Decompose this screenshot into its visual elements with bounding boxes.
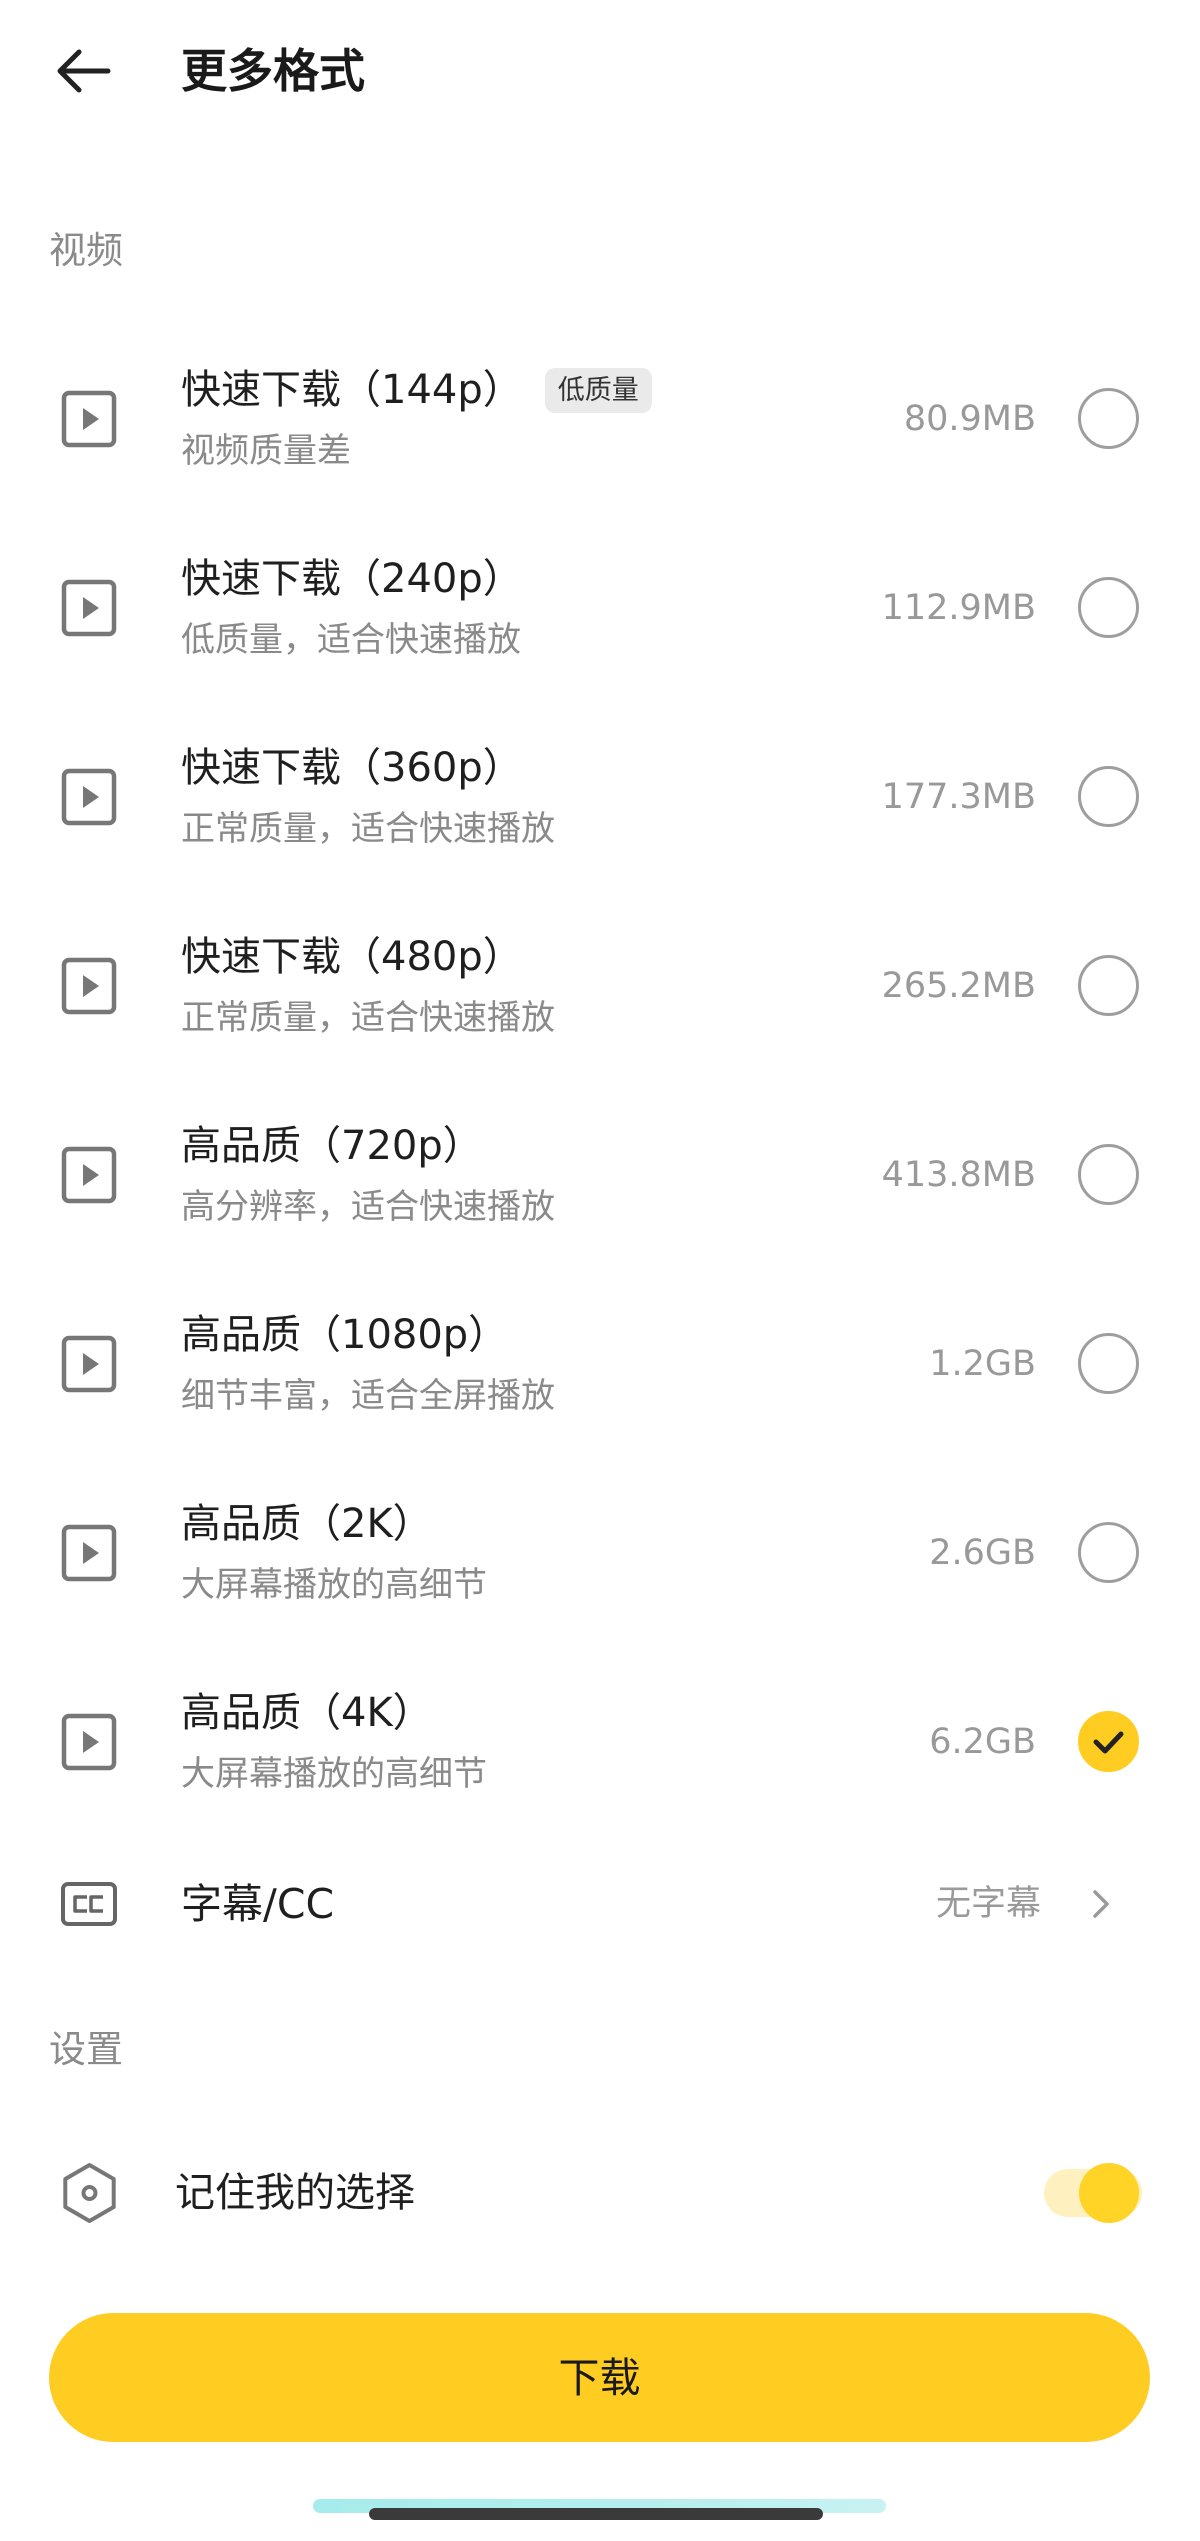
video-option-row[interactable]: 高品质（2K） 大屏幕播放的高细节 2.6GB	[0, 1458, 1200, 1647]
option-radio[interactable]	[1078, 1144, 1139, 1205]
arrow-left-icon[interactable]	[44, 31, 124, 111]
option-radio[interactable]	[1078, 388, 1139, 449]
remember-choice-label: 记住我的选择	[175, 2170, 415, 2216]
captions-value: 无字幕	[935, 1884, 1041, 1924]
video-option-row[interactable]: 高品质（720p） 高分辨率，适合快速播放 413.8MB	[0, 1080, 1200, 1269]
option-title: 快速下载（360p）	[181, 745, 523, 791]
option-description: 细节丰富，适合全屏播放	[181, 1376, 555, 1416]
option-file-size: 177.3MB	[881, 777, 1036, 817]
gesture-handle[interactable]	[369, 2508, 823, 2520]
option-title: 快速下载（240p）	[181, 556, 523, 602]
option-radio[interactable]	[1078, 577, 1139, 638]
hexagon-settings-icon	[63, 2163, 116, 2223]
option-file-size: 112.9MB	[881, 588, 1036, 628]
option-file-size: 6.2GB	[929, 1722, 1036, 1762]
option-file-size: 265.2MB	[881, 966, 1036, 1006]
video-option-row[interactable]: 快速下载（480p） 正常质量，适合快速播放 265.2MB	[0, 891, 1200, 1080]
option-title-line: 高品质（720p）	[181, 1120, 483, 1172]
video-option-row[interactable]: 快速下载（240p） 低质量，适合快速播放 112.9MB	[0, 513, 1200, 702]
option-title: 快速下载（480p）	[181, 934, 523, 980]
download-button-label: 下载	[558, 2353, 641, 2402]
video-option-row[interactable]: 快速下载（360p） 正常质量，适合快速播放 177.3MB	[0, 702, 1200, 891]
play-icon	[61, 1335, 117, 1393]
option-description: 低质量，适合快速播放	[181, 620, 521, 660]
play-icon	[61, 1524, 117, 1582]
option-description: 正常质量，适合快速播放	[181, 809, 555, 849]
video-option-row[interactable]: 快速下载（144p） 低质量 视频质量差 80.9MB	[0, 324, 1200, 513]
header: 更多格式	[0, 0, 1200, 142]
video-option-row[interactable]: 高品质（4K） 大屏幕播放的高细节 6.2GB	[0, 1647, 1200, 1836]
option-title-line: 快速下载（360p）	[181, 742, 523, 794]
check-icon	[1093, 1731, 1124, 1754]
option-description: 高分辨率，适合快速播放	[181, 1187, 555, 1227]
captions-label: 字幕/CC	[181, 1880, 335, 1928]
play-icon	[61, 1146, 117, 1204]
option-title: 高品质（1080p）	[181, 1312, 509, 1358]
play-icon	[61, 957, 117, 1015]
option-radio[interactable]	[1078, 1333, 1139, 1394]
option-radio[interactable]	[1078, 1711, 1139, 1772]
remember-choice-toggle[interactable]	[1044, 2163, 1142, 2223]
chevron-right-icon	[1093, 1890, 1109, 1918]
option-title-line: 快速下载（240p）	[181, 553, 523, 605]
video-option-row[interactable]: 高品质（1080p） 细节丰富，适合全屏播放 1.2GB	[0, 1269, 1200, 1458]
closed-caption-icon	[61, 1882, 117, 1926]
section-label-video: 视频	[49, 229, 123, 272]
play-icon	[61, 579, 117, 637]
option-description: 大屏幕播放的高细节	[181, 1565, 487, 1605]
option-title: 高品质（720p）	[181, 1123, 483, 1169]
quality-badge: 低质量	[544, 367, 652, 413]
option-title-line: 快速下载（480p）	[181, 931, 523, 983]
option-file-size: 2.6GB	[929, 1533, 1036, 1573]
captions-row[interactable]: 字幕/CC 无字幕	[0, 1840, 1200, 1968]
option-title-line: 高品质（2K）	[181, 1498, 433, 1550]
option-title-line: 快速下载（144p） 低质量	[181, 364, 652, 416]
option-description: 视频质量差	[181, 431, 351, 471]
page-title: 更多格式	[181, 44, 365, 98]
option-title-line: 高品质（1080p）	[181, 1309, 508, 1361]
option-radio[interactable]	[1078, 955, 1139, 1016]
option-title: 高品质（2K）	[181, 1501, 433, 1547]
play-icon	[61, 1713, 117, 1771]
section-label-settings: 设置	[49, 2028, 123, 2071]
option-radio[interactable]	[1078, 1522, 1139, 1583]
download-button[interactable]: 下载	[49, 2313, 1150, 2442]
option-description: 大屏幕播放的高细节	[181, 1754, 487, 1794]
option-radio[interactable]	[1078, 766, 1139, 827]
option-file-size: 413.8MB	[881, 1155, 1036, 1195]
option-file-size: 80.9MB	[903, 399, 1036, 439]
play-icon	[61, 390, 117, 448]
video-option-list: 快速下载（144p） 低质量 视频质量差 80.9MB 快速下载（240p） 低…	[0, 324, 1200, 1836]
option-file-size: 1.2GB	[929, 1344, 1036, 1384]
remember-choice-row[interactable]: 记住我的选择	[0, 2130, 1200, 2256]
option-title: 高品质（4K）	[181, 1690, 433, 1736]
toggle-knob	[1079, 2163, 1139, 2223]
option-title: 快速下载（144p）	[181, 367, 523, 413]
play-icon	[61, 768, 117, 826]
option-description: 正常质量，适合快速播放	[181, 998, 555, 1038]
option-title-line: 高品质（4K）	[181, 1687, 433, 1739]
